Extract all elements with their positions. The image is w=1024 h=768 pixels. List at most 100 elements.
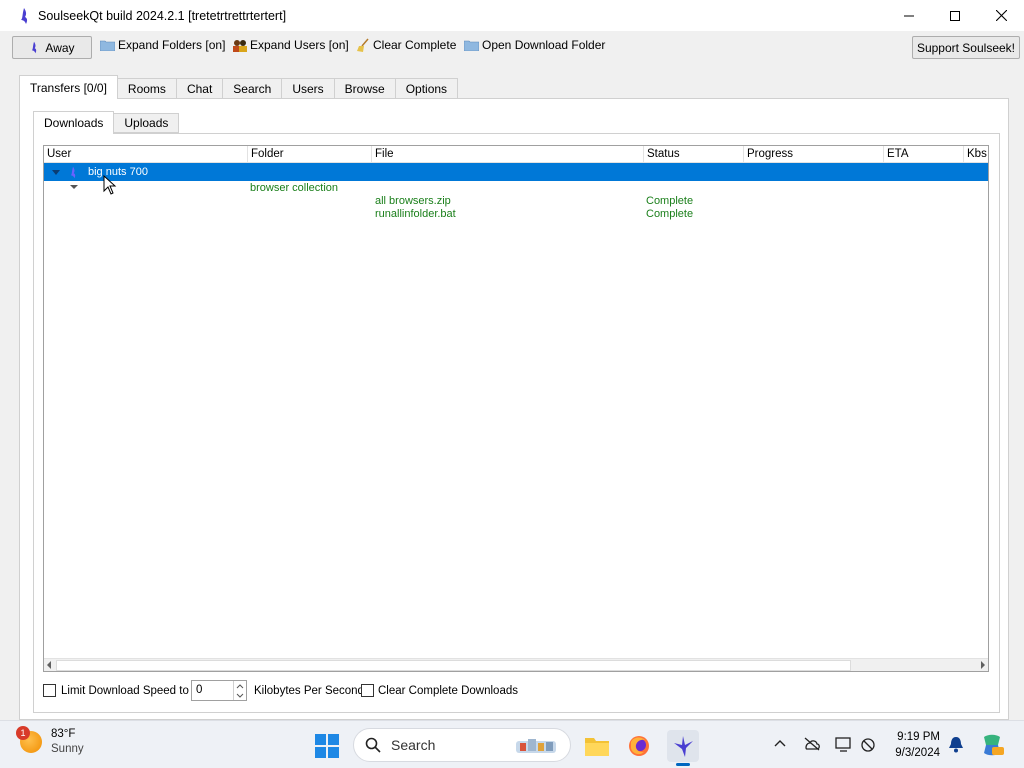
- firefox-button[interactable]: [623, 730, 655, 762]
- column-header-status[interactable]: Status: [644, 146, 744, 163]
- weather-badge: 1: [16, 726, 30, 740]
- tab-transfers[interactable]: Transfers [0/0]: [19, 75, 118, 99]
- file-status: Complete: [646, 208, 694, 220]
- file-row[interactable]: runallinfolder.bat Complete: [44, 207, 988, 222]
- cloud-offline-icon[interactable]: [803, 737, 821, 751]
- user-row[interactable]: big nuts 700: [44, 163, 988, 181]
- limit-speed-checkbox[interactable]: [43, 684, 56, 697]
- user-bird-icon: [70, 166, 76, 179]
- column-header-kbs[interactable]: Kbs: [964, 146, 988, 163]
- column-header-folder[interactable]: Folder: [248, 146, 372, 163]
- chevron-up-icon[interactable]: [774, 739, 786, 747]
- close-icon: [995, 10, 1007, 21]
- expand-users-button[interactable]: Expand Users [on]: [232, 38, 349, 52]
- copilot-icon[interactable]: [980, 733, 1004, 757]
- clear-complete-button[interactable]: Clear Complete: [357, 38, 456, 52]
- soulseek-bird-icon: [21, 7, 28, 24]
- toolbar: Away Expand Folders [on] Expand Users [o…: [0, 31, 1024, 63]
- minimize-icon: [904, 15, 914, 16]
- clock-time: 9:19 PM: [897, 731, 940, 743]
- network-disconnected-icon[interactable]: [860, 737, 878, 752]
- column-header-file[interactable]: File: [372, 146, 644, 163]
- support-label: Support Soulseek!: [916, 40, 1015, 55]
- expand-folders-button[interactable]: Expand Folders [on]: [100, 38, 225, 52]
- open-download-folder-button[interactable]: Open Download Folder: [464, 38, 605, 52]
- clear-complete-downloads-checkbox[interactable]: [361, 684, 374, 697]
- search-placeholder: Search: [391, 737, 436, 753]
- weather-widget[interactable]: 1 83°F Sunny: [16, 726, 84, 757]
- tab-chat[interactable]: Chat: [176, 78, 224, 99]
- folder-name: browser collection: [250, 182, 339, 194]
- open-download-folder-label: Open Download Folder: [482, 38, 606, 52]
- maximize-button[interactable]: [932, 0, 978, 31]
- file-status: Complete: [646, 195, 694, 207]
- column-header-user[interactable]: User: [44, 146, 248, 163]
- away-button[interactable]: Away: [12, 36, 92, 59]
- active-app-indicator: [676, 763, 690, 766]
- tab-options[interactable]: Options: [395, 78, 459, 99]
- windows-start-icon[interactable]: [315, 734, 339, 758]
- spin-down-icon[interactable]: [234, 691, 246, 700]
- system-clock[interactable]: 9:19 PM 9/3/2024: [888, 729, 940, 761]
- horizontal-scrollbar[interactable]: [44, 658, 988, 671]
- maximize-icon: [950, 10, 960, 21]
- file-explorer-icon: [585, 738, 609, 756]
- folder-icon: [100, 40, 115, 51]
- scrollbar-thumb[interactable]: [56, 660, 851, 671]
- clear-complete-downloads-label: Clear Complete Downloads: [378, 685, 518, 697]
- file-explorer-button[interactable]: [581, 730, 613, 762]
- username: big nuts 700: [88, 166, 148, 178]
- support-soulseek-button[interactable]: Support Soulseek!: [911, 36, 1020, 59]
- firefox-icon: [629, 736, 649, 756]
- file-name: runallinfolder.bat: [375, 208, 456, 220]
- tab-search[interactable]: Search: [223, 78, 283, 99]
- mouse-cursor-icon: [103, 175, 117, 195]
- limit-speed-label: Limit Download Speed to: [61, 685, 189, 697]
- title-bar: SoulseekQt build 2024.2.1 [tretetrtrettr…: [0, 0, 1024, 31]
- sun-icon: 1: [16, 726, 42, 753]
- display-icon[interactable]: [835, 737, 853, 752]
- tab-uploads[interactable]: Uploads: [114, 113, 180, 133]
- tab-users[interactable]: Users: [282, 78, 335, 99]
- close-button[interactable]: [978, 0, 1024, 31]
- scroll-right-icon[interactable]: [981, 661, 985, 669]
- search-highlight-icon: [516, 739, 556, 753]
- scroll-left-icon[interactable]: [47, 661, 51, 669]
- notification-bell-icon[interactable]: [948, 736, 964, 753]
- main-tab-bar: Transfers [0/0] Rooms Chat Search Users …: [19, 75, 459, 99]
- soulseek-bird-icon: [32, 41, 37, 54]
- taskbar: 1 83°F Sunny Search 9:19 PM 9/3/2024: [0, 720, 1024, 768]
- collapse-arrow-icon[interactable]: [70, 185, 78, 189]
- spin-up-icon[interactable]: [234, 682, 246, 691]
- tab-rooms[interactable]: Rooms: [117, 78, 177, 99]
- sub-tab-bar: Downloads Uploads: [33, 111, 180, 134]
- search-icon: [365, 737, 381, 753]
- broom-icon: [357, 38, 369, 52]
- file-name: all browsers.zip: [375, 195, 451, 207]
- minimize-button[interactable]: [886, 0, 932, 31]
- weather-condition: Sunny: [51, 743, 84, 755]
- speed-limit-spinbox[interactable]: 0: [191, 680, 247, 701]
- column-header-row: User Folder File Status Progress ETA Kbs: [44, 146, 988, 163]
- column-header-eta[interactable]: ETA: [884, 146, 964, 163]
- folder-icon: [464, 40, 479, 51]
- expand-folders-label: Expand Folders [on]: [118, 38, 226, 52]
- tab-downloads[interactable]: Downloads: [33, 111, 115, 134]
- temperature: 83°F: [51, 728, 76, 740]
- spin-buttons[interactable]: [233, 681, 246, 700]
- downloads-tree[interactable]: User Folder File Status Progress ETA Kbs…: [43, 145, 989, 672]
- kilobytes-per-second-label: Kilobytes Per Second: [254, 685, 364, 697]
- column-header-progress[interactable]: Progress: [744, 146, 884, 163]
- tab-browse[interactable]: Browse: [334, 78, 396, 99]
- taskbar-search-box[interactable]: Search: [353, 728, 571, 762]
- clear-complete-label: Clear Complete: [373, 38, 457, 52]
- soulseek-bird-icon: [674, 736, 693, 757]
- collapse-arrow-icon[interactable]: [52, 170, 60, 175]
- users-icon: [233, 39, 247, 52]
- clock-date: 9/3/2024: [895, 747, 940, 759]
- soulseek-taskbar-button[interactable]: [667, 730, 699, 766]
- away-label: Away: [45, 40, 75, 55]
- window-title: SoulseekQt build 2024.2.1 [tretetrtrettr…: [38, 8, 287, 23]
- speed-limit-value: 0: [196, 684, 203, 696]
- expand-users-label: Expand Users [on]: [250, 38, 349, 52]
